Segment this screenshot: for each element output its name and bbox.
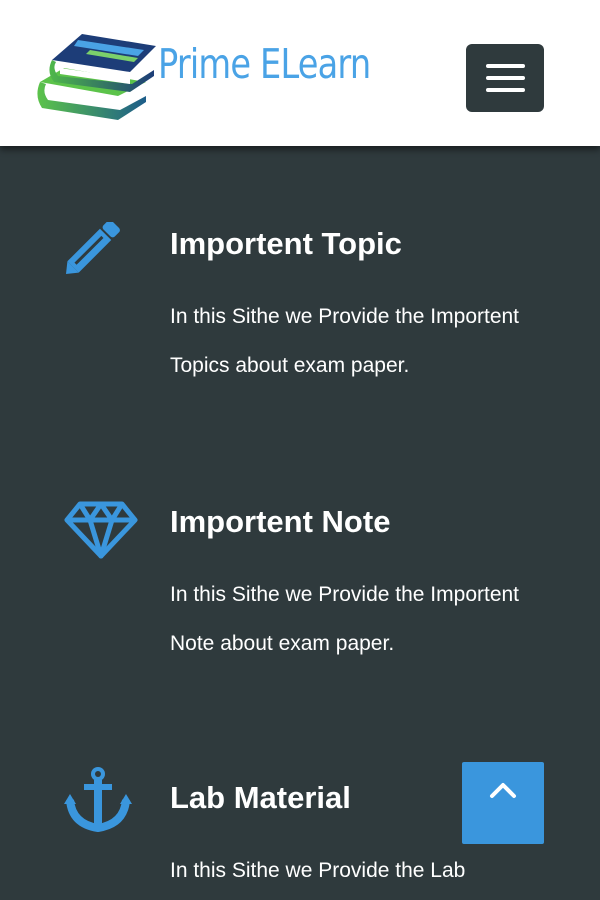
books-logo-icon <box>37 34 156 120</box>
feature-description: In this Sithe we Provide the Importent N… <box>170 583 520 655</box>
hamburger-bar <box>486 88 525 92</box>
hamburger-bar <box>486 76 525 80</box>
feature-title: Importent Note <box>170 504 391 539</box>
feature-description: In this Sithe we Provide the Importent T… <box>170 305 520 377</box>
pencil-icon <box>64 220 138 286</box>
anchor-icon <box>64 766 138 833</box>
feature-title: Lab Material <box>170 780 351 815</box>
scroll-to-top-button[interactable] <box>462 762 544 844</box>
feature-title: Importent Topic <box>170 226 402 261</box>
hamburger-menu-icon <box>486 64 525 68</box>
hamburger-menu-button[interactable] <box>466 44 544 112</box>
chevron-up-icon <box>490 783 516 798</box>
site-header: Prime ELearn <box>0 0 600 146</box>
diamond-icon <box>64 500 138 564</box>
brand-name: Prime ELearn <box>158 40 371 88</box>
site-logo[interactable]: Prime ELearn <box>34 26 371 126</box>
feature-description: In this Sithe we Provide the Lab <box>170 859 466 882</box>
